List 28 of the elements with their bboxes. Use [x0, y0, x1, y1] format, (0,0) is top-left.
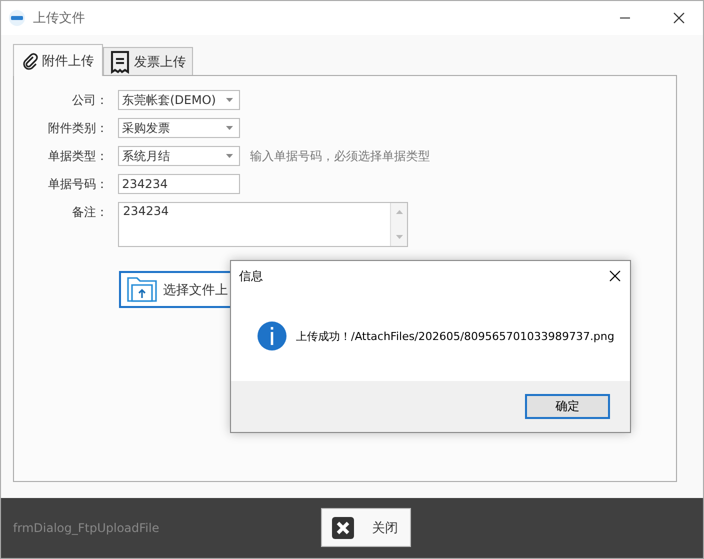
dropdown[interactable]: 系统月结 — [118, 146, 240, 166]
close-button[interactable]: 关闭 — [321, 508, 411, 547]
field-label: 单据类型： — [47, 148, 108, 165]
field-label: 附件类别： — [47, 120, 108, 137]
input-field[interactable]: 234234 — [118, 174, 240, 194]
dropdown[interactable]: 东莞帐套(DEMO) — [118, 90, 240, 110]
folder-upload-icon — [127, 276, 157, 304]
hint-text: 输入单据号码，必须选择单据类型 — [250, 148, 430, 165]
tab[interactable]: 附件上传 — [13, 44, 103, 76]
window-title: 上传文件 — [33, 10, 85, 27]
info-icon — [257, 321, 287, 351]
receipt-icon — [110, 50, 130, 74]
close-icon — [332, 516, 354, 538]
dropdown[interactable]: 采购发票 — [118, 118, 240, 138]
field-label: 备注： — [71, 204, 108, 221]
field-label: 公司： — [71, 92, 108, 109]
tab[interactable]: 发票上传 — [103, 47, 193, 75]
app-logo-icon — [9, 10, 25, 26]
dropdown-arrow-icon — [226, 98, 233, 102]
close-icon[interactable] — [609, 270, 621, 282]
message-text: 上传成功！/AttachFiles/202605/809565701033989737.png — [296, 328, 614, 344]
paperclip-icon — [22, 52, 38, 70]
close-icon[interactable] — [673, 12, 685, 24]
dropdown-arrow-icon — [226, 154, 233, 158]
form-name: frmDialog_FtpUploadFile — [13, 521, 160, 535]
field-label: 单据号码： — [47, 176, 108, 193]
ok-button[interactable]: 确定 — [525, 394, 610, 419]
dropdown-arrow-icon — [226, 126, 233, 130]
